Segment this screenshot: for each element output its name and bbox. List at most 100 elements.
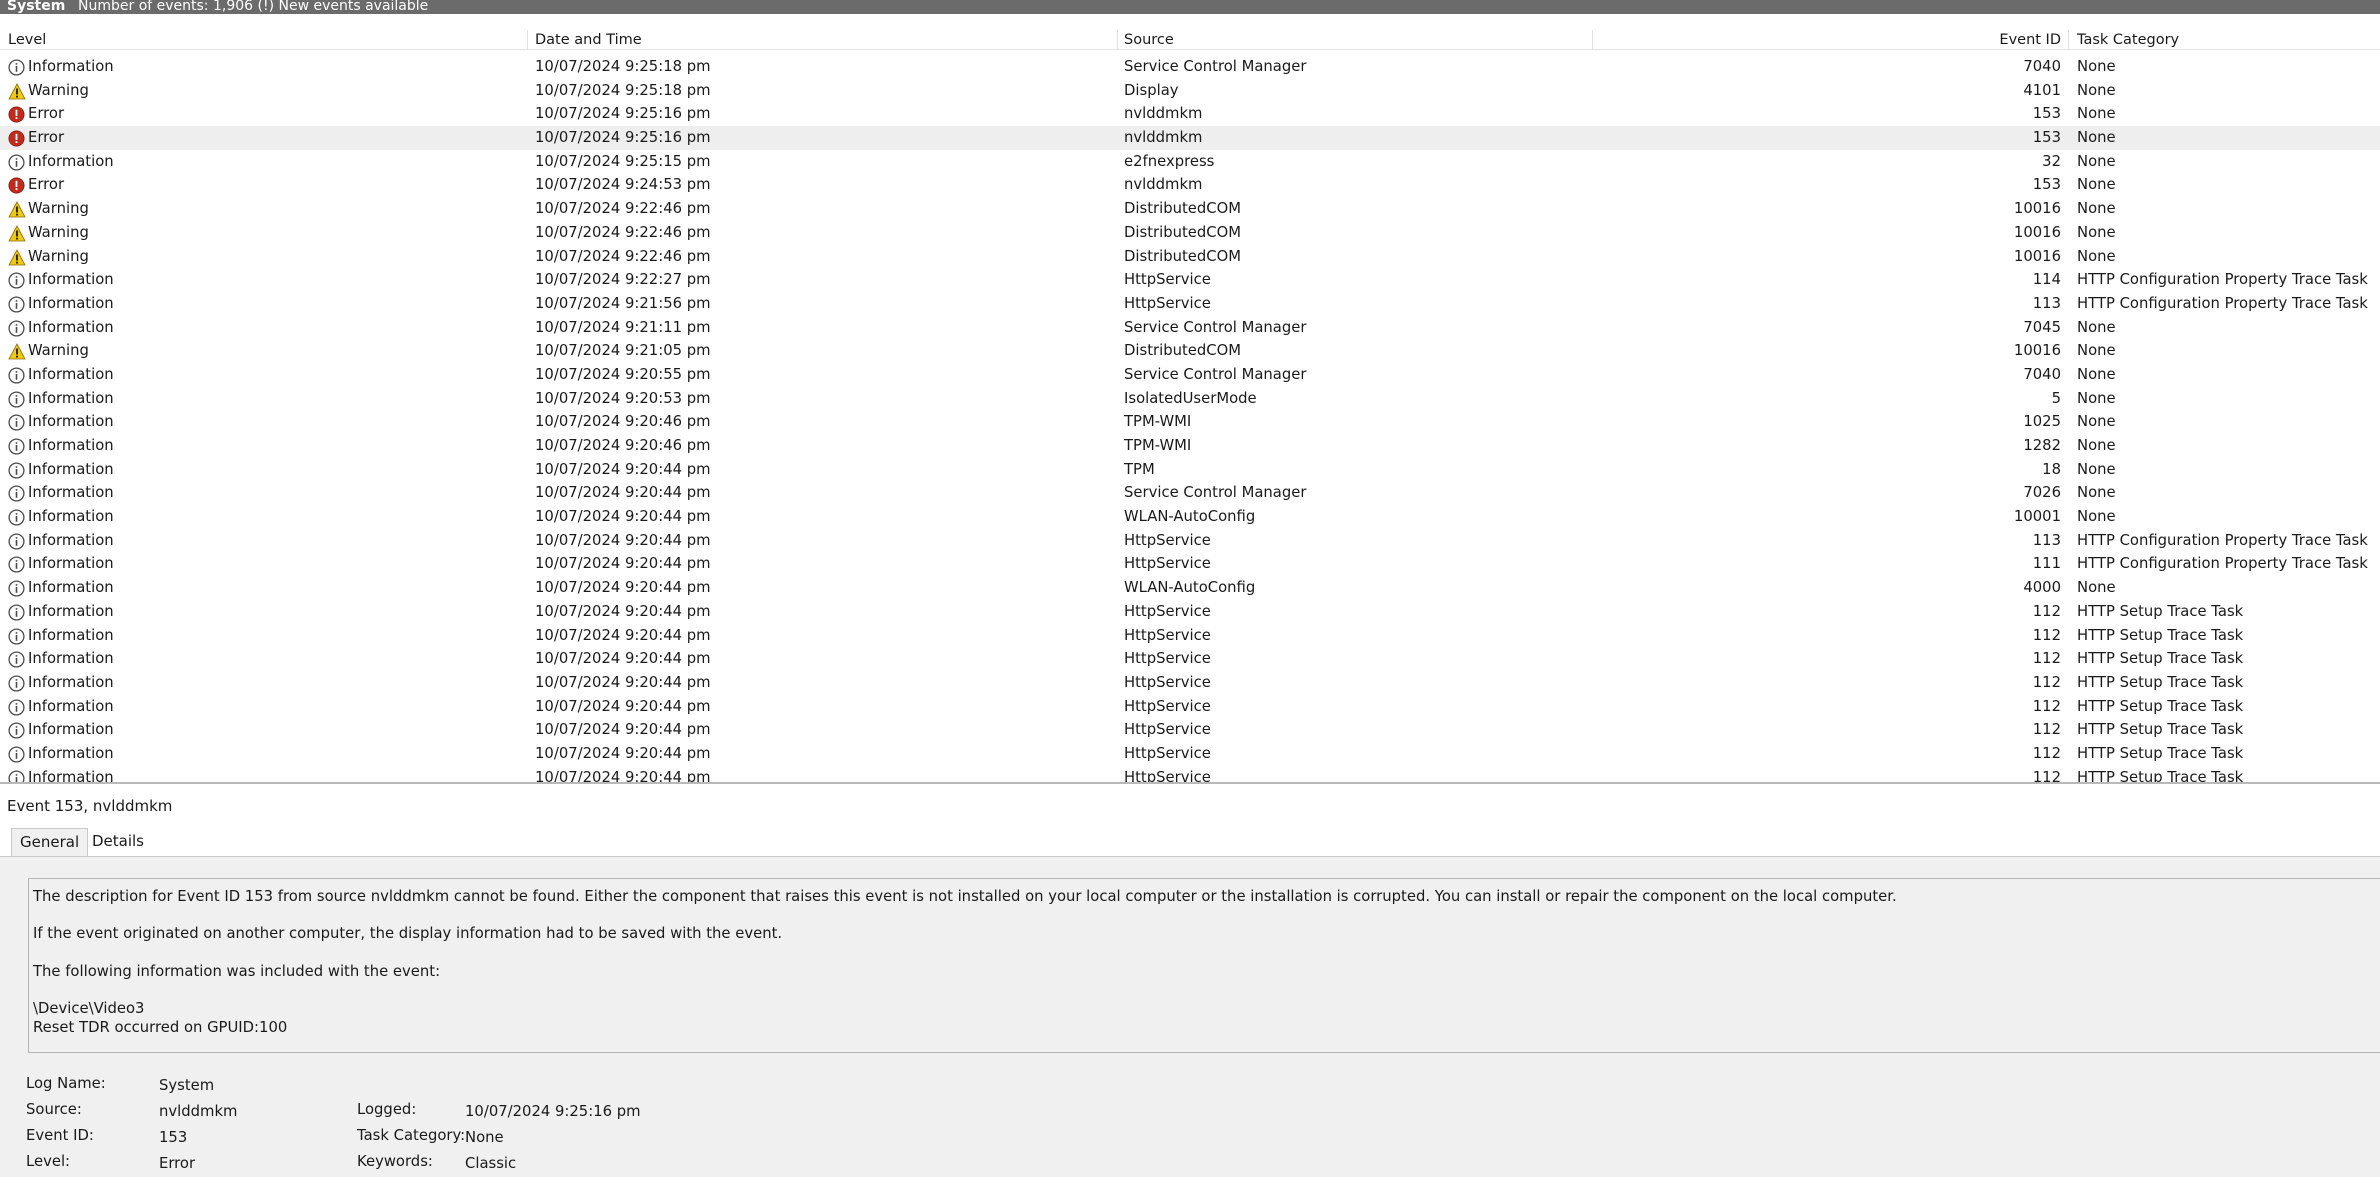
- column-header-source[interactable]: Source: [1124, 30, 1174, 50]
- source-cell: TPM-WMI: [1124, 413, 1192, 431]
- information-icon: [8, 746, 26, 763]
- level-cell: Warning: [28, 81, 89, 99]
- table-row[interactable]: Information 10/07/2024 9:20:46 pm TPM-WMI 1…: [0, 410, 2380, 434]
- date-time-cell: 10/07/2024 9:25:18 pm: [535, 58, 711, 75]
- logged-value: 10/07/2024 9:25:16 pm: [465, 1103, 641, 1120]
- date-time-cell: 10/07/2024 9:25:16 pm: [535, 129, 711, 147]
- level-cell: Warning: [28, 200, 89, 218]
- event-list[interactable]: Level Date and Time Source Event ID Task…: [0, 22, 2380, 784]
- column-divider[interactable]: [527, 30, 528, 50]
- table-row[interactable]: Information 10/07/2024 9:20:44 pm HttpServ…: [0, 695, 2380, 719]
- table-row[interactable]: Information 10/07/2024 9:22:27 pm HttpServ…: [0, 268, 2380, 292]
- column-header-date[interactable]: Date and Time: [535, 30, 642, 50]
- date-time-cell: 10/07/2024 9:20:44 pm: [535, 602, 711, 620]
- table-row[interactable]: Information 10/07/2024 9:25:18 pm Service …: [0, 55, 2380, 79]
- table-row[interactable]: Information 10/07/2024 9:21:11 pm Service …: [0, 316, 2380, 340]
- table-row[interactable]: Information 10/07/2024 9:20:44 pm HttpServ…: [0, 529, 2380, 553]
- table-row[interactable]: Information 10/07/2024 9:20:44 pm HttpServ…: [0, 766, 2380, 782]
- date-time-cell: 10/07/2024 9:20:55 pm: [535, 365, 711, 383]
- task-category-cell: None: [2077, 223, 2116, 241]
- source-cell: WLAN-AutoConfig: [1124, 508, 1256, 526]
- table-row[interactable]: Information 10/07/2024 9:25:15 pm e2fnexpr…: [0, 150, 2380, 174]
- event-id-cell: 112: [2032, 744, 2061, 762]
- level-cell: Information: [28, 602, 114, 620]
- information-icon: [8, 414, 26, 431]
- source-cell: nvlddmkm: [1124, 129, 1203, 147]
- date-time-cell: 10/07/2024 9:20:44 pm: [535, 650, 711, 668]
- date-time-cell: 10/07/2024 9:21:56 pm: [535, 294, 711, 312]
- source-value: nvlddmkm: [159, 1103, 238, 1120]
- level-cell: Information: [28, 697, 114, 715]
- date-time-cell: 10/07/2024 9:20:44 pm: [535, 484, 711, 502]
- date-time-cell: 10/07/2024 9:22:27 pm: [535, 271, 711, 289]
- table-row[interactable]: Information 10/07/2024 9:20:44 pm WLAN-Aut…: [0, 576, 2380, 600]
- table-row[interactable]: Information 10/07/2024 9:20:44 pm HttpServ…: [0, 671, 2380, 695]
- column-header-level[interactable]: Level: [8, 30, 46, 50]
- date-time-cell: 10/07/2024 9:20:44 pm: [535, 744, 711, 762]
- table-row[interactable]: Error 10/07/2024 9:24:53 pm nvlddmkm 153 Non…: [0, 173, 2380, 197]
- table-row[interactable]: Information 10/07/2024 9:20:44 pm HttpServ…: [0, 718, 2380, 742]
- date-time-cell: 10/07/2024 9:20:44 pm: [535, 508, 711, 526]
- information-icon: [8, 509, 26, 526]
- level-cell: Information: [28, 152, 114, 170]
- description-line: The following information was included w…: [33, 962, 441, 980]
- source-cell: Service Control Manager: [1124, 58, 1307, 75]
- task-category-cell: None: [2077, 389, 2116, 407]
- description-line: \Device\Video3: [33, 1000, 145, 1018]
- task-category-value: None: [465, 1129, 504, 1146]
- table-row[interactable]: Information 10/07/2024 9:20:44 pm HttpServ…: [0, 600, 2380, 624]
- keywords-label: Keywords:: [357, 1153, 433, 1170]
- column-divider[interactable]: [1117, 30, 1118, 50]
- source-cell: e2fnexpress: [1124, 152, 1215, 170]
- table-row[interactable]: Warning 10/07/2024 9:22:46 pm DistributedC…: [0, 245, 2380, 269]
- level-cell: Information: [28, 579, 114, 597]
- table-row[interactable]: Information 10/07/2024 9:20:46 pm TPM-WMI 1…: [0, 434, 2380, 458]
- table-row[interactable]: Information 10/07/2024 9:20:44 pm HttpServ…: [0, 742, 2380, 766]
- table-row[interactable]: Information 10/07/2024 9:20:44 pm HttpServ…: [0, 552, 2380, 576]
- table-row[interactable]: Information 10/07/2024 9:20:53 pm Isolated…: [0, 387, 2380, 411]
- table-row[interactable]: Information 10/07/2024 9:20:44 pm Service …: [0, 481, 2380, 505]
- table-row[interactable]: Error 10/07/2024 9:25:16 pm nvlddmkm 153 Non…: [0, 102, 2380, 126]
- information-icon: [8, 296, 26, 313]
- log-name-title: System: [7, 0, 66, 14]
- table-row[interactable]: Warning 10/07/2024 9:22:46 pm DistributedC…: [0, 221, 2380, 245]
- event-id-cell: 113: [2032, 294, 2061, 312]
- column-divider[interactable]: [1592, 30, 1593, 50]
- title-bar: System Number of events: 1,906 (!) New e…: [0, 0, 2380, 14]
- information-icon: [8, 59, 26, 76]
- table-row[interactable]: Warning 10/07/2024 9:25:18 pm Display 4101 N…: [0, 79, 2380, 103]
- level-cell: Information: [28, 460, 114, 478]
- event-description-box[interactable]: The description for Event ID 153 from so…: [28, 878, 2380, 1053]
- information-icon: [8, 675, 26, 692]
- task-category-cell: HTTP Setup Trace Task: [2077, 697, 2244, 715]
- information-icon: [8, 367, 26, 384]
- column-header-row: Level Date and Time Source Event ID Task…: [0, 26, 2380, 50]
- table-row[interactable]: Information 10/07/2024 9:20:44 pm HttpServ…: [0, 647, 2380, 671]
- column-divider[interactable]: [2068, 30, 2069, 50]
- column-header-task-category[interactable]: Task Category: [2077, 30, 2179, 50]
- information-icon: [8, 699, 26, 716]
- table-row[interactable]: Error 10/07/2024 9:25:16 pm nvlddmkm 153 Non…: [0, 126, 2380, 150]
- event-id-cell: 153: [2032, 176, 2061, 194]
- date-time-cell: 10/07/2024 9:20:44 pm: [535, 626, 711, 644]
- source-cell: HttpService: [1124, 673, 1211, 691]
- table-row[interactable]: Warning 10/07/2024 9:21:05 pm DistributedC…: [0, 339, 2380, 363]
- source-cell: nvlddmkm: [1124, 176, 1203, 194]
- task-category-cell: None: [2077, 579, 2116, 597]
- table-row[interactable]: Information 10/07/2024 9:20:55 pm Service …: [0, 363, 2380, 387]
- task-category-cell: HTTP Setup Trace Task: [2077, 721, 2244, 739]
- task-category-cell: HTTP Configuration Property Trace Task: [2077, 271, 2368, 289]
- event-id-cell: 111: [2032, 555, 2061, 573]
- task-category-cell: None: [2077, 508, 2116, 526]
- column-header-event-id[interactable]: Event ID: [1999, 30, 2061, 50]
- source-cell: WLAN-AutoConfig: [1124, 579, 1256, 597]
- warning-icon: [8, 248, 26, 266]
- table-row[interactable]: Information 10/07/2024 9:20:44 pm HttpServ…: [0, 624, 2380, 648]
- table-row[interactable]: Information 10/07/2024 9:21:56 pm HttpServ…: [0, 292, 2380, 316]
- table-row[interactable]: Information 10/07/2024 9:20:44 pm TPM 18 Non…: [0, 458, 2380, 482]
- tab-details[interactable]: Details: [84, 828, 152, 856]
- source-cell: HttpService: [1124, 744, 1211, 762]
- tab-general[interactable]: General: [11, 828, 89, 856]
- table-row[interactable]: Warning 10/07/2024 9:22:46 pm DistributedC…: [0, 197, 2380, 221]
- table-row[interactable]: Information 10/07/2024 9:20:44 pm WLAN-Aut…: [0, 505, 2380, 529]
